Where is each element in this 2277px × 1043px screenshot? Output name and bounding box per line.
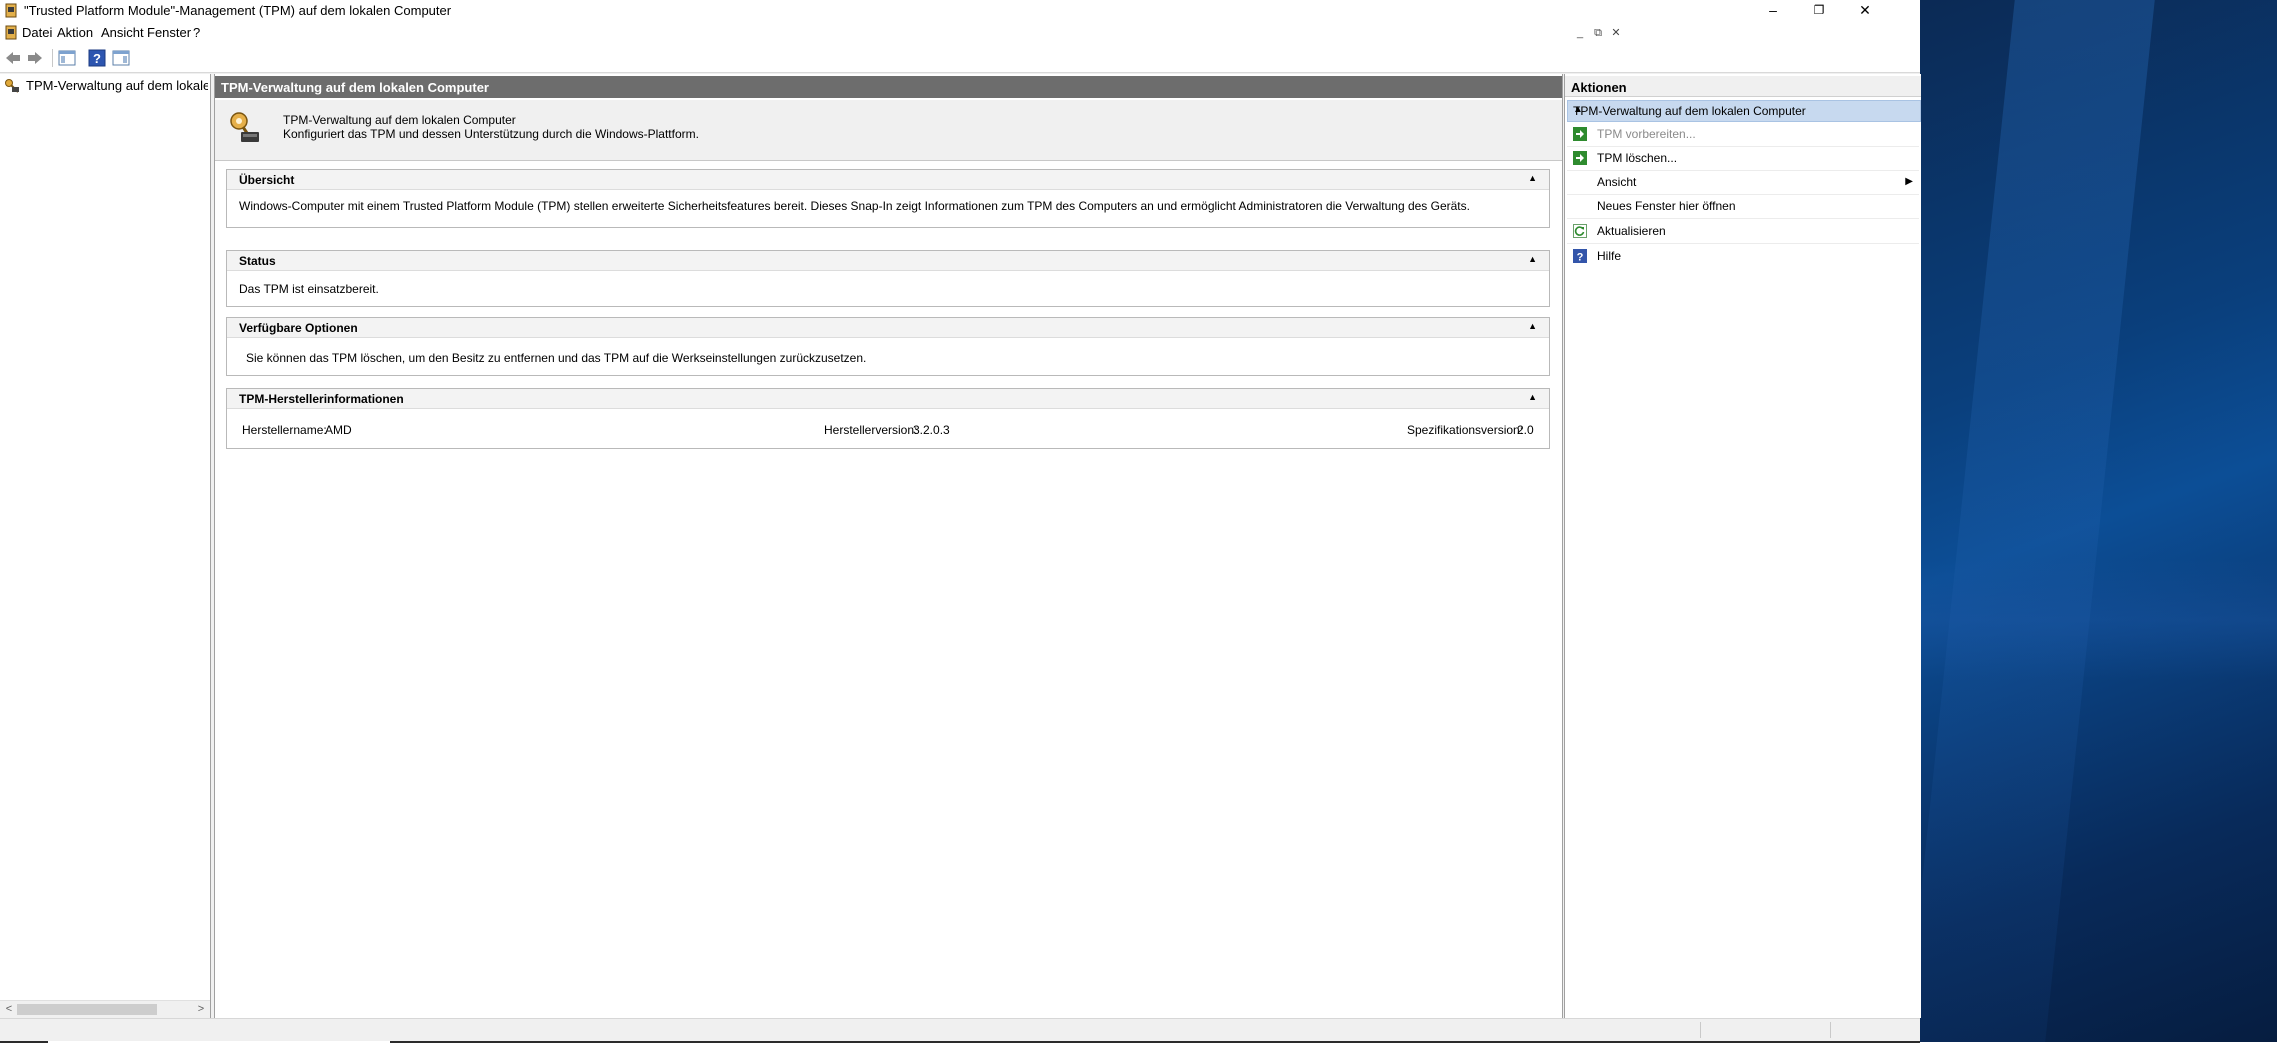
svg-text:?: ? [1577,252,1584,264]
status-bar-divider [1700,1022,1701,1038]
tpm-app-icon [5,3,17,18]
wallpaper-light-beam [1905,0,2155,1042]
menu-bar: Datei Aktion Ansicht Fenster ? _ ⧉ ✕ [0,22,1920,44]
console-tree-pane: TPM-Verwaltung auf dem lokalen Computer … [0,74,211,1018]
status-bar-divider [1830,1022,1831,1038]
collapse-icon[interactable]: ▲ [1573,104,1914,115]
vendor-section: TPM-Herstellerinformationen ▲ Hersteller… [226,388,1550,449]
overview-section-header[interactable]: Übersicht ▲ [227,170,1549,190]
actions-pane-title: Aktionen [1571,80,1627,95]
collapse-icon[interactable]: ▲ [1528,321,1537,331]
child-minimize-button[interactable]: _ [1571,26,1589,40]
action-label: Ansicht [1597,175,1637,189]
options-section-title: Verfügbare Optionen [239,321,358,335]
submenu-arrow-icon: ▶ [1905,176,1913,187]
result-pane-title: TPM-Verwaltung auf dem lokalen Computer [221,80,489,95]
overview-section: Übersicht ▲ Windows-Computer mit einem T… [226,169,1550,228]
action-view[interactable]: Ansicht ▶ [1567,172,1919,195]
green-arrow-icon [1573,151,1587,165]
toolbar: ? [0,44,1920,73]
result-pane: TPM-Verwaltung auf dem lokalen Computer … [214,74,1563,1019]
tree-item-label: TPM-Verwaltung auf dem lokalen Computer [26,78,208,93]
intro-description: Konfiguriert das TPM und dessen Unterstü… [283,127,699,141]
menu-fenster[interactable]: Fenster [147,25,191,40]
action-refresh[interactable]: Aktualisieren [1567,221,1919,244]
actions-pane: Aktionen TPM-Verwaltung auf dem lokalen … [1564,74,1921,1018]
refresh-icon [1573,224,1587,238]
status-section: Status ▲ Das TPM ist einsatzbereit. [226,250,1550,307]
show-hide-action-pane-icon[interactable] [112,49,130,67]
collapse-icon[interactable]: ▲ [1528,254,1537,264]
action-help[interactable]: ? Hilfe [1567,246,1919,268]
child-close-button[interactable]: ✕ [1607,26,1625,40]
action-label: TPM vorbereiten... [1597,127,1696,141]
title-bar: "Trusted Platform Module"-Management (TP… [0,0,1920,22]
vendor-section-header[interactable]: TPM-Herstellerinformationen ▲ [227,389,1549,409]
scrollbar-thumb[interactable] [17,1004,157,1015]
menu-ansicht[interactable]: Ansicht [101,25,144,40]
scroll-right-icon[interactable]: > [194,1002,208,1017]
action-label: Aktualisieren [1597,224,1666,238]
menu-aktion[interactable]: Aktion [57,25,93,40]
status-section-header[interactable]: Status ▲ [227,251,1549,271]
toolbar-separator [52,49,53,67]
action-label: Neues Fenster hier öffnen [1597,199,1736,213]
vendor-name-label: Herstellername: [242,423,327,437]
green-arrow-icon [1573,127,1587,141]
restore-button[interactable]: ❐ [1796,0,1842,22]
status-text: Das TPM ist einsatzbereit. [239,282,379,296]
help-icon: ? [1573,249,1587,263]
show-hide-tree-icon[interactable] [58,49,76,67]
status-section-title: Status [239,254,276,268]
status-bar [0,1018,1920,1043]
action-label: Hilfe [1597,249,1622,263]
desktop-background [1905,0,2277,1042]
action-new-window[interactable]: Neues Fenster hier öffnen [1567,196,1919,219]
scroll-left-icon[interactable]: < [2,1002,16,1017]
forward-arrow-icon[interactable] [26,49,44,67]
vendor-section-title: TPM-Herstellerinformationen [239,392,404,406]
intro-title: TPM-Verwaltung auf dem lokalen Computer [283,113,516,127]
minimize-button[interactable]: – [1750,0,1796,22]
intro-panel: TPM-Verwaltung auf dem lokalen Computer … [215,100,1562,161]
wallpaper-light-band [1920,560,2277,680]
tpm-key-large-icon [230,112,259,142]
options-section: Verfügbare Optionen ▲ Sie können das TPM… [226,317,1550,376]
actions-pane-header: Aktionen [1565,76,1921,97]
options-text: Sie können das TPM löschen, um den Besit… [246,351,867,365]
tree-horizontal-scrollbar[interactable]: < > [0,1000,210,1018]
overview-text: Windows-Computer mit einem Trusted Platf… [239,199,1470,213]
mmc-document-icon[interactable] [4,25,18,40]
spec-version-label: Spezifikationsversion: [1407,423,1524,437]
back-arrow-icon[interactable] [4,49,22,67]
collapse-icon[interactable]: ▲ [1528,173,1537,183]
result-pane-header: TPM-Verwaltung auf dem lokalen Computer [215,76,1562,98]
menu-help[interactable]: ? [193,25,200,40]
mmc-window: "Trusted Platform Module"-Management (TP… [0,0,1921,1043]
vendor-version-value: 3.2.0.3 [913,423,950,437]
collapse-icon[interactable]: ▲ [1528,392,1537,402]
close-button[interactable]: ✕ [1842,0,1888,22]
svg-text:?: ? [93,51,101,66]
vendor-name-value: AMD [325,423,352,437]
menu-datei[interactable]: Datei [22,25,52,40]
action-label: TPM löschen... [1597,151,1678,165]
action-tpm-prepare[interactable]: TPM vorbereiten... [1567,124,1919,147]
window-title: "Trusted Platform Module"-Management (TP… [24,3,452,18]
vendor-version-label: Herstellerversion: [824,423,918,437]
actions-group-header[interactable]: TPM-Verwaltung auf dem lokalen Computer … [1567,100,1921,122]
options-section-header[interactable]: Verfügbare Optionen ▲ [227,318,1549,338]
child-restore-button[interactable]: ⧉ [1589,26,1607,40]
overview-section-title: Übersicht [239,173,295,187]
spec-version-value: 2.0 [1517,423,1534,437]
action-tpm-clear[interactable]: TPM löschen... [1567,148,1919,171]
tree-item-tpm-management[interactable]: TPM-Verwaltung auf dem lokalen Computer [4,77,208,95]
tpm-key-icon [5,79,19,93]
help-icon[interactable]: ? [88,49,106,67]
